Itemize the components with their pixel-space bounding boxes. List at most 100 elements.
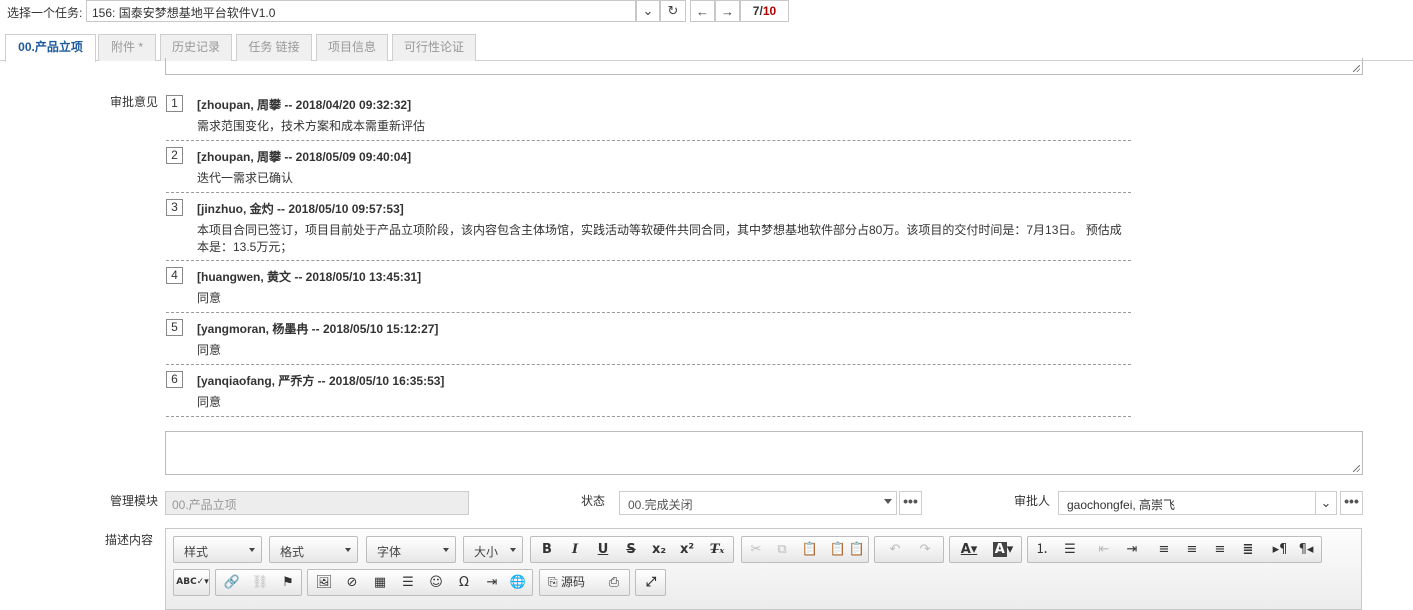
image-icon[interactable]: 🖼 <box>310 570 338 595</box>
tab-history[interactable]: 历史记录 <box>160 34 232 61</box>
tab-project-info[interactable]: 项目信息 <box>316 34 388 61</box>
description-label: 描述内容 <box>105 533 154 547</box>
chevron-down-icon: ⌄ <box>1320 495 1332 510</box>
status-more-button[interactable]: ••• <box>899 491 922 515</box>
maximize-icon[interactable]: ⤢ <box>637 570 665 595</box>
next-task-button[interactable]: → <box>715 0 740 22</box>
print-icon[interactable]: ⎙ <box>600 570 628 595</box>
page-break-icon[interactable]: ⇥ <box>478 570 506 595</box>
approver-select[interactable]: gaochongfei, 高崇飞 <box>1058 491 1337 515</box>
iframe-globe-icon[interactable]: 🌐 <box>504 570 532 595</box>
link-icon[interactable]: 🔗 <box>218 570 246 595</box>
source-icon: ⎘ <box>548 575 558 589</box>
style-combo-label: 样式 <box>184 545 209 559</box>
rich-text-editor: 样式 格式 字体 大小 B I U S x₂ x² T̶ₓ ✂ ⧉ 📋 📋 📋 … <box>165 528 1362 610</box>
redo-icon[interactable]: ↷ <box>911 537 939 562</box>
indent-icon[interactable]: ⇥ <box>1118 537 1146 562</box>
source-button[interactable]: ⎘ 源码 <box>540 570 585 595</box>
spellcheck-icon[interactable]: ABC✓▾ <box>176 570 209 595</box>
review-text: 同意 <box>197 291 222 305</box>
text-direction-ltr-icon[interactable]: ▸¶ <box>1266 537 1294 562</box>
review-number: 4 <box>166 267 183 284</box>
approver-label: 审批人 <box>1014 494 1051 508</box>
table-icon[interactable]: ▦ <box>366 570 394 595</box>
paragraph-group: ⒈ ☰ ⇤ ⇥ ≡ ≡ ≡ ≣ ▸¶ ¶◂ <box>1027 536 1322 563</box>
unlink-icon[interactable]: ⛓ <box>246 570 274 595</box>
approver-dropdown-button[interactable]: ⌄ <box>1315 491 1337 515</box>
chevron-down-icon: ⌄ <box>642 3 654 18</box>
colors-group: A▾ A ▾ <box>949 536 1022 563</box>
font-combo[interactable]: 字体 <box>366 536 456 563</box>
style-combo[interactable]: 样式 <box>173 536 262 563</box>
tab-attachments[interactable]: 附件 * <box>98 34 156 61</box>
align-center-icon[interactable]: ≡ <box>1178 537 1206 562</box>
review-number: 2 <box>166 147 183 164</box>
align-left-icon[interactable]: ≡ <box>1150 537 1178 562</box>
tools-group: ⤢ <box>635 569 666 596</box>
task-dropdown-button[interactable]: ⌄ <box>636 0 660 22</box>
resize-handle-icon[interactable] <box>1353 465 1360 472</box>
task-bar: 选择一个任务: 156: 国泰安梦想基地平台软件V1.0 ⌄ ↻ ← → 7/1… <box>0 0 1413 22</box>
cut-icon[interactable]: ✂ <box>742 537 770 562</box>
size-combo[interactable]: 大小 <box>463 536 523 563</box>
smiley-icon[interactable]: ☺ <box>422 570 450 595</box>
caret-down-icon <box>443 548 449 552</box>
special-char-icon[interactable]: Ω <box>450 570 478 595</box>
outdent-icon[interactable]: ⇤ <box>1090 537 1118 562</box>
review-header: [jinzhuo, 金灼 -- 2018/05/10 09:57:53] <box>197 202 404 216</box>
undo-icon[interactable]: ↶ <box>881 537 909 562</box>
paste-icon[interactable]: 📋 <box>796 537 824 562</box>
text-direction-rtl-icon[interactable]: ¶◂ <box>1292 537 1320 562</box>
review-text: 迭代一需求已确认 <box>197 171 294 185</box>
module-label: 管理模块 <box>110 494 159 508</box>
review-header: [yanqiaofang, 严乔方 -- 2018/05/10 16:35:53… <box>197 374 445 388</box>
task-select-value: 156: 国泰安梦想基地平台软件V1.0 <box>92 6 276 20</box>
background-color-icon[interactable]: A ▾ <box>986 537 1020 562</box>
review-header: [huangwen, 黄文 -- 2018/05/10 13:45:31] <box>197 270 422 284</box>
review-input[interactable] <box>165 431 1363 475</box>
pager-total: 10 <box>762 4 777 18</box>
italic-icon[interactable]: I <box>561 537 589 562</box>
numbered-list-icon[interactable]: ⒈ <box>1028 537 1056 562</box>
resize-handle-icon[interactable] <box>1353 65 1360 72</box>
tab-feasibility[interactable]: 可行性论证 <box>392 34 476 61</box>
arrow-right-icon: → <box>721 3 734 19</box>
caret-down-icon <box>884 499 892 504</box>
caret-down-icon <box>249 548 255 552</box>
tab-task-links[interactable]: 任务 链接 <box>236 34 312 61</box>
strikethrough-icon[interactable]: S <box>617 537 645 562</box>
approver-value: gaochongfei, 高崇飞 <box>1067 498 1176 512</box>
review-item: 6 [yanqiaofang, 严乔方 -- 2018/05/10 16:35:… <box>166 371 1131 417</box>
review-number: 3 <box>166 199 183 216</box>
previous-task-button[interactable]: ← <box>690 0 715 22</box>
review-header: [zhoupan, 周攀 -- 2018/04/20 09:32:32] <box>197 98 412 112</box>
bold-icon[interactable]: B <box>533 537 561 562</box>
flash-icon[interactable]: ⊘ <box>338 570 366 595</box>
subscript-icon[interactable]: x₂ <box>645 537 673 562</box>
text-color-icon[interactable]: A▾ <box>952 537 986 562</box>
remove-format-icon[interactable]: T̶ₓ <box>703 537 731 562</box>
review-text: 需求范围变化，技术方案和成本需重新评估 <box>197 119 426 133</box>
task-select[interactable]: 156: 国泰安梦想基地平台软件V1.0 <box>86 0 636 22</box>
justify-icon[interactable]: ≣ <box>1234 537 1262 562</box>
review-label: 审批意见 <box>110 95 159 109</box>
format-combo-label: 格式 <box>280 545 305 559</box>
horizontal-line-icon[interactable]: ☰ <box>394 570 422 595</box>
format-combo[interactable]: 格式 <box>269 536 358 563</box>
anchor-flag-icon[interactable]: ⚑ <box>274 570 302 595</box>
refresh-button[interactable]: ↻ <box>660 0 686 22</box>
copy-icon[interactable]: ⧉ <box>768 537 796 562</box>
spellcheck-group: ABC✓▾ <box>173 569 210 596</box>
tab-product-initiation[interactable]: 00.产品立项 <box>5 34 96 62</box>
previous-textarea[interactable] <box>165 58 1363 75</box>
superscript-icon[interactable]: x² <box>673 537 701 562</box>
align-right-icon[interactable]: ≡ <box>1206 537 1234 562</box>
underline-icon[interactable]: U <box>589 537 617 562</box>
review-item: 1 [zhoupan, 周攀 -- 2018/04/20 09:32:32] 需… <box>166 95 1131 141</box>
review-text: 同意 <box>197 395 222 409</box>
review-item: 2 [zhoupan, 周攀 -- 2018/05/09 09:40:04] 迭… <box>166 147 1131 193</box>
status-select[interactable]: 00.完成关闭 <box>619 491 897 515</box>
approver-more-button[interactable]: ••• <box>1340 491 1363 515</box>
paste-word-icon[interactable]: 📋 <box>846 537 868 562</box>
bulleted-list-icon[interactable]: ☰ <box>1056 537 1084 562</box>
